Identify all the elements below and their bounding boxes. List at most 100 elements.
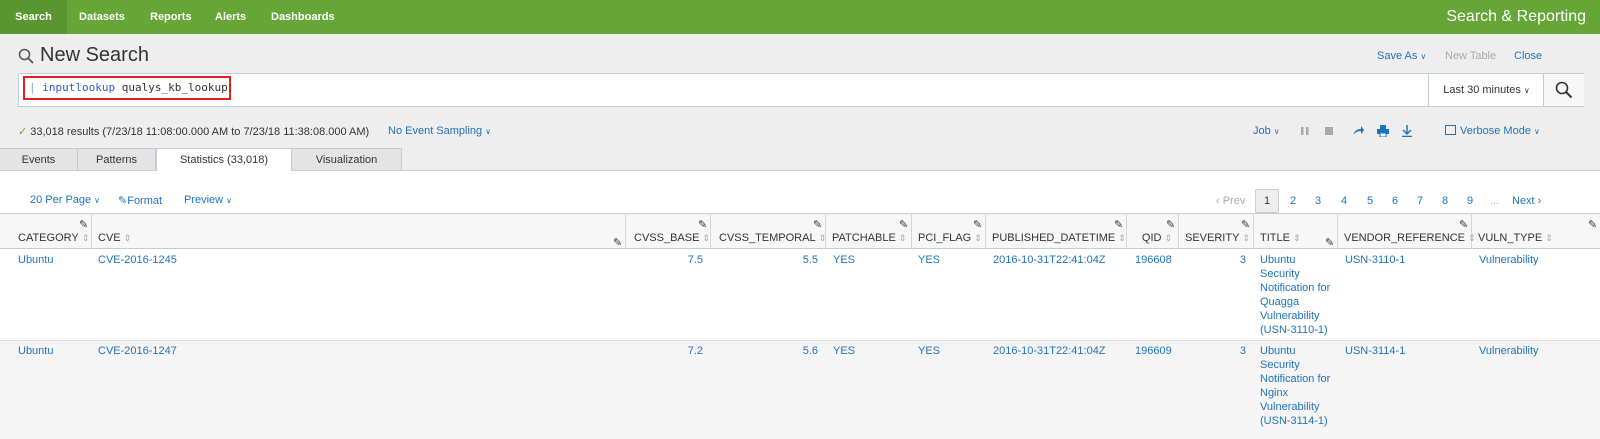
cell-qid[interactable]: 196609 — [1135, 344, 1172, 358]
cell-cvss-base[interactable]: 7.2 — [688, 344, 703, 358]
nav-reports[interactable]: Reports — [150, 0, 192, 34]
event-sampling-dropdown[interactable]: No Event Sampling ∨ — [388, 125, 491, 137]
column-header-vendor-reference[interactable]: VENDOR_REFERENCE ⇕ ✎ — [1338, 213, 1476, 249]
column-header-published-datetime[interactable]: PUBLISHED_DATETIME ⇕ ✎ — [986, 213, 1127, 249]
cell-cve[interactable]: CVE-2016-1245 — [98, 253, 177, 267]
tab-events[interactable]: Events — [0, 148, 78, 170]
page-9[interactable]: 9 — [1467, 190, 1473, 212]
pause-icon[interactable] — [1300, 126, 1310, 136]
print-icon[interactable] — [1377, 125, 1389, 137]
pencil-icon[interactable]: ✎ — [698, 218, 707, 231]
column-header-cvss-temporal[interactable]: CVSS_TEMPORAL ⇕ ✎ — [711, 213, 826, 249]
column-header-cve[interactable]: CVE ⇕ ✎ — [92, 213, 626, 249]
cell-cvss-temporal[interactable]: 5.5 — [803, 253, 818, 267]
cell-title[interactable]: Ubuntu Security Notification for Nginx V… — [1260, 344, 1332, 428]
stop-icon[interactable] — [1324, 126, 1334, 136]
column-header-title[interactable]: TITLE ⇕ ✎ — [1254, 213, 1338, 249]
page-6[interactable]: 6 — [1392, 190, 1398, 212]
column-header-patchable[interactable]: PATCHABLE ⇕ ✎ — [826, 213, 912, 249]
nav-alerts[interactable]: Alerts — [215, 0, 246, 34]
pencil-icon[interactable]: ✎ — [973, 218, 982, 231]
cell-cvss-base[interactable]: 7.5 — [688, 253, 703, 267]
save-as-button[interactable]: Save As ∨ — [1377, 50, 1426, 62]
app-title[interactable]: Search & Reporting — [1446, 0, 1586, 34]
cell-vendor-reference[interactable]: USN-3110-1 — [1345, 253, 1405, 267]
column-header-qid[interactable]: QID ⇕ ✎ — [1127, 213, 1179, 249]
pencil-icon[interactable]: ✎ — [1588, 218, 1597, 231]
job-menu[interactable]: Job ∨ — [1253, 125, 1280, 137]
cell-published-datetime[interactable]: 2016-10-31T22:41:04Z — [993, 344, 1106, 358]
pencil-icon[interactable]: ✎ — [899, 218, 908, 231]
page-4[interactable]: 4 — [1341, 190, 1347, 212]
cell-vuln-type[interactable]: Vulnerability — [1479, 344, 1539, 358]
cell-cvss-temporal[interactable]: 5.6 — [803, 344, 818, 358]
search-mode-dropdown[interactable]: Verbose Mode ∨ — [1445, 125, 1540, 137]
sort-icon: ⇕ — [974, 233, 982, 243]
share-icon[interactable] — [1352, 125, 1364, 137]
cell-cve[interactable]: CVE-2016-1247 — [98, 344, 177, 358]
close-button[interactable]: Close — [1514, 50, 1542, 62]
nav-search[interactable]: Search — [0, 0, 67, 34]
cell-pci-flag[interactable]: YES — [918, 344, 940, 358]
page-7[interactable]: 7 — [1417, 190, 1423, 212]
nav-datasets[interactable]: Datasets — [79, 0, 125, 34]
page-2[interactable]: 2 — [1290, 190, 1296, 212]
column-header-cvss-base[interactable]: CVSS_BASE ⇕ ✎ — [626, 213, 711, 249]
page-1[interactable]: 1 — [1255, 189, 1279, 213]
export-icon[interactable] — [1401, 125, 1413, 137]
cell-vendor-reference[interactable]: USN-3114-1 — [1345, 344, 1405, 358]
search-bar[interactable] — [18, 73, 1584, 107]
query-command: inputlookup — [42, 81, 116, 94]
pencil-icon[interactable]: ✎ — [813, 218, 822, 231]
column-header-category[interactable]: CATEGORY ⇕ ✎ — [0, 213, 92, 249]
cell-severity[interactable]: 3 — [1240, 344, 1246, 358]
sort-icon: ⇕ — [1545, 233, 1553, 243]
search-button[interactable] — [1543, 74, 1584, 106]
cell-category[interactable]: Ubuntu — [18, 344, 53, 358]
pencil-icon[interactable]: ✎ — [1325, 236, 1334, 249]
page-3[interactable]: 3 — [1315, 190, 1321, 212]
page-8[interactable]: 8 — [1442, 190, 1448, 212]
cell-pci-flag[interactable]: YES — [918, 253, 940, 267]
cell-qid[interactable]: 196608 — [1135, 253, 1172, 267]
cell-title[interactable]: Ubuntu Security Notification for Quagga … — [1260, 253, 1332, 337]
chevron-down-icon: ∨ — [1533, 127, 1540, 136]
query-pipe: | — [29, 81, 36, 94]
tab-patterns[interactable]: Patterns — [78, 148, 156, 170]
pencil-icon[interactable]: ✎ — [1166, 218, 1175, 231]
sort-icon: ⇕ — [81, 233, 90, 243]
column-header-severity[interactable]: SEVERITY ⇕ ✎ — [1179, 213, 1254, 249]
per-page-dropdown[interactable]: 20 Per Page ∨ — [30, 194, 100, 206]
pencil-icon[interactable]: ✎ — [1114, 218, 1123, 231]
tab-statistics[interactable]: Statistics (33,018) — [156, 148, 292, 172]
pencil-icon[interactable]: ✎ — [613, 236, 622, 249]
prev-page-button[interactable]: ‹ Prev — [1216, 190, 1245, 212]
pencil-icon[interactable]: ✎ — [1241, 218, 1250, 231]
nav-dashboards[interactable]: Dashboards — [271, 0, 335, 34]
chevron-down-icon: ∨ — [1523, 86, 1530, 95]
search-icon — [1555, 81, 1573, 99]
cell-vuln-type[interactable]: Vulnerability — [1479, 253, 1539, 267]
column-header-vuln-type[interactable]: VULN_TYPE ⇕ ✎ — [1472, 213, 1600, 249]
cell-published-datetime[interactable]: 2016-10-31T22:41:04Z — [993, 253, 1106, 267]
preview-dropdown[interactable]: Preview ∨ — [184, 194, 232, 206]
cell-category[interactable]: Ubuntu — [18, 253, 53, 267]
cell-patchable[interactable]: YES — [833, 344, 855, 358]
search-input[interactable]: | inputlookup qualys_kb_lookup — [23, 76, 231, 100]
pencil-icon: ✎ — [118, 195, 128, 207]
search-icon — [18, 48, 34, 64]
cell-severity[interactable]: 3 — [1240, 253, 1246, 267]
pencil-icon[interactable]: ✎ — [79, 218, 88, 231]
format-button[interactable]: ✎Format — [118, 194, 162, 207]
column-header-pci-flag[interactable]: PCI_FLAG ⇕ ✎ — [912, 213, 986, 249]
new-table-button[interactable]: New Table — [1445, 50, 1496, 62]
sort-icon: ⇕ — [898, 233, 907, 243]
tab-visualization[interactable]: Visualization — [292, 148, 402, 170]
next-page-button[interactable]: Next › — [1512, 190, 1541, 212]
sort-icon: ⇕ — [702, 233, 710, 243]
page-5[interactable]: 5 — [1367, 190, 1373, 212]
time-range-picker[interactable]: Last 30 minutes ∨ — [1428, 74, 1544, 106]
mode-icon — [1445, 125, 1456, 135]
cell-patchable[interactable]: YES — [833, 253, 855, 267]
pencil-icon[interactable]: ✎ — [1459, 218, 1468, 231]
